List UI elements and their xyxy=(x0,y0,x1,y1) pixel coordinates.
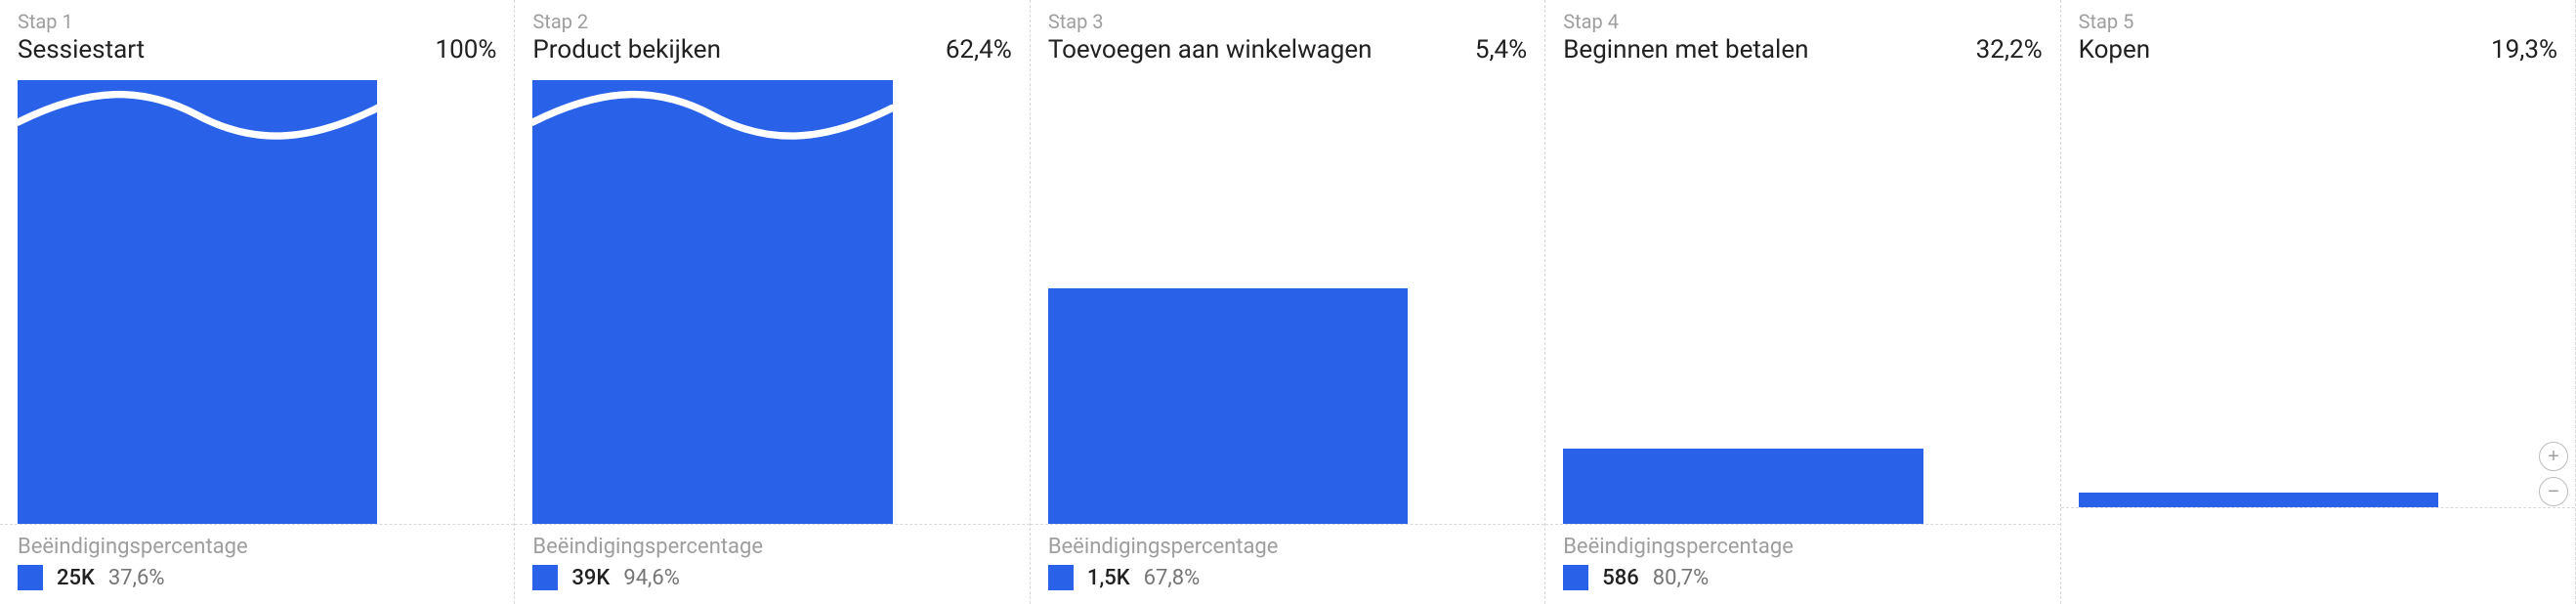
abandonment-count: 1,5K xyxy=(1087,566,1130,590)
funnel-step[interactable]: Stap 3Toevoegen aan winkelwagen 5,4% Beëin… xyxy=(1031,0,1545,604)
step-chart-area xyxy=(1545,80,2059,525)
zoom-out-button[interactable]: − xyxy=(2539,477,2568,506)
step-number: Stap 2 xyxy=(532,10,1011,33)
step-percentage: 5,4% xyxy=(1475,35,1527,65)
funnel-chart: Stap 1Sessiestart 100% Beëindigingspercent… xyxy=(0,0,2576,604)
step-chart-area xyxy=(2061,80,2575,508)
step-chart-area xyxy=(515,80,1029,525)
abandonment-label: Beëindigingspercentage xyxy=(18,535,496,559)
step-number: Stap 3 xyxy=(1048,10,1527,33)
abandonment-percentage: 80,7% xyxy=(1653,566,1710,590)
step-title: Kopen xyxy=(2079,35,2151,65)
legend-swatch-icon xyxy=(1563,565,1588,590)
step-percentage: 62,4% xyxy=(946,35,1012,65)
funnel-step[interactable]: Stap 4Beginnen met betalen 32,2% Beëindigi… xyxy=(1545,0,2060,604)
step-header: Stap 3Toevoegen aan winkelwagen 5,4% xyxy=(1031,0,1544,65)
step-chart-area xyxy=(1031,80,1544,525)
legend-swatch-icon xyxy=(18,565,43,590)
step-header: Stap 2Product bekijken 62,4% xyxy=(515,0,1029,65)
abandonment-count: 39K xyxy=(571,566,610,590)
step-title-row: Kopen 19,3% xyxy=(2079,35,2557,65)
step-number: Stap 5 xyxy=(2079,10,2557,33)
step-footer xyxy=(2061,508,2575,604)
abandonment-label: Beëindigingspercentage xyxy=(1048,535,1527,559)
funnel-step[interactable]: Stap 5Kopen 19,3% xyxy=(2061,0,2576,604)
zoom-controls: +− xyxy=(2539,442,2568,506)
abandonment-row: 1,5K 67,8% xyxy=(1048,565,1527,590)
step-percentage: 19,3% xyxy=(2491,35,2557,65)
step-title: Toevoegen aan winkelwagen xyxy=(1048,35,1372,65)
abandonment-label: Beëindigingspercentage xyxy=(532,535,1011,559)
abandonment-row: 39K 94,6% xyxy=(532,565,1011,590)
step-footer: Beëindigingspercentage 39K 94,6% xyxy=(515,525,1029,604)
step-header: Stap 4Beginnen met betalen 32,2% xyxy=(1545,0,2059,65)
abandonment-row: 586 80,7% xyxy=(1563,565,2042,590)
abandonment-percentage: 67,8% xyxy=(1144,566,1201,590)
step-footer: Beëindigingspercentage 25K 37,6% xyxy=(0,525,514,604)
funnel-step[interactable]: Stap 1Sessiestart 100% Beëindigingspercent… xyxy=(0,0,515,604)
step-header: Stap 1Sessiestart 100% xyxy=(0,0,514,65)
funnel-step[interactable]: Stap 2Product bekijken 62,4% Beëindigingsp… xyxy=(515,0,1030,604)
step-number: Stap 1 xyxy=(18,10,496,33)
step-footer: Beëindigingspercentage 586 80,7% xyxy=(1545,525,2059,604)
step-bar xyxy=(1563,449,1922,524)
step-bar xyxy=(18,80,377,524)
abandonment-row: 25K 37,6% xyxy=(18,565,496,590)
abandonment-percentage: 94,6% xyxy=(623,566,680,590)
zoom-in-button[interactable]: + xyxy=(2539,442,2568,471)
step-footer: Beëindigingspercentage 1,5K 67,8% xyxy=(1031,525,1544,604)
step-bar xyxy=(1048,288,1408,524)
step-header: Stap 5Kopen 19,3% xyxy=(2061,0,2575,65)
abandonment-count: 25K xyxy=(57,566,95,590)
step-title-row: Beginnen met betalen 32,2% xyxy=(1563,35,2042,65)
step-percentage: 100% xyxy=(436,35,497,65)
legend-swatch-icon xyxy=(1048,565,1074,590)
step-title-row: Sessiestart 100% xyxy=(18,35,496,65)
step-title: Product bekijken xyxy=(532,35,721,65)
step-title: Sessiestart xyxy=(18,35,145,65)
step-number: Stap 4 xyxy=(1563,10,2042,33)
step-percentage: 32,2% xyxy=(1976,35,2043,65)
abandonment-label: Beëindigingspercentage xyxy=(1563,535,2042,559)
abandonment-count: 586 xyxy=(1602,566,1639,590)
step-title-row: Product bekijken 62,4% xyxy=(532,35,1011,65)
step-title: Beginnen met betalen xyxy=(1563,35,1808,65)
abandonment-percentage: 37,6% xyxy=(108,566,165,590)
step-title-row: Toevoegen aan winkelwagen 5,4% xyxy=(1048,35,1527,65)
step-chart-area xyxy=(0,80,514,525)
step-bar xyxy=(2079,493,2438,507)
step-bar xyxy=(532,80,892,524)
legend-swatch-icon xyxy=(532,565,558,590)
